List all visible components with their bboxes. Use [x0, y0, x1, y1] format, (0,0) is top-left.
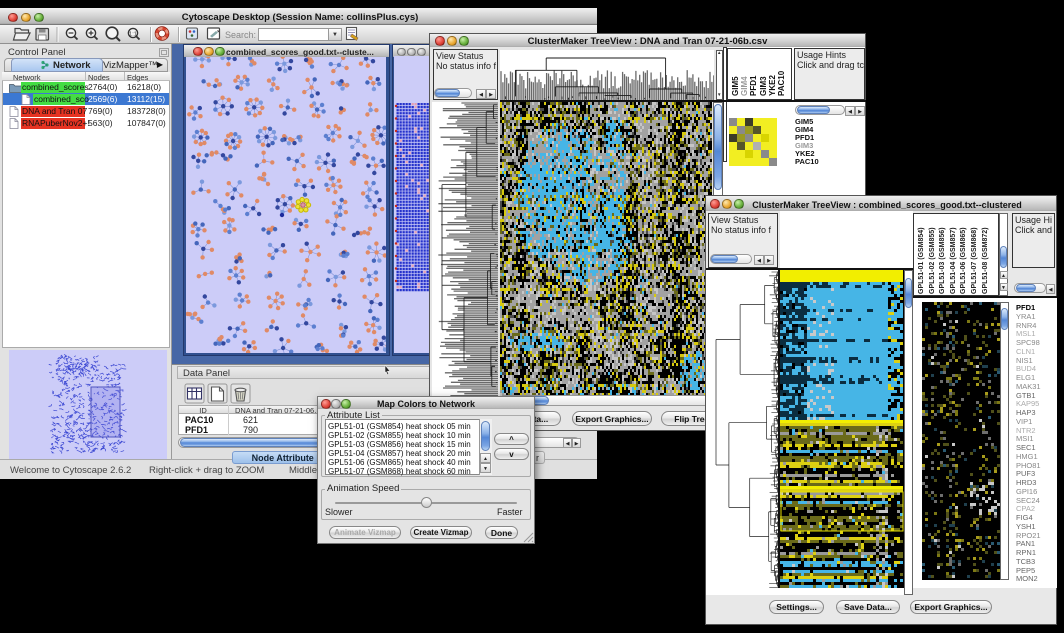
svg-text:1:1: 1:1 [129, 31, 137, 37]
